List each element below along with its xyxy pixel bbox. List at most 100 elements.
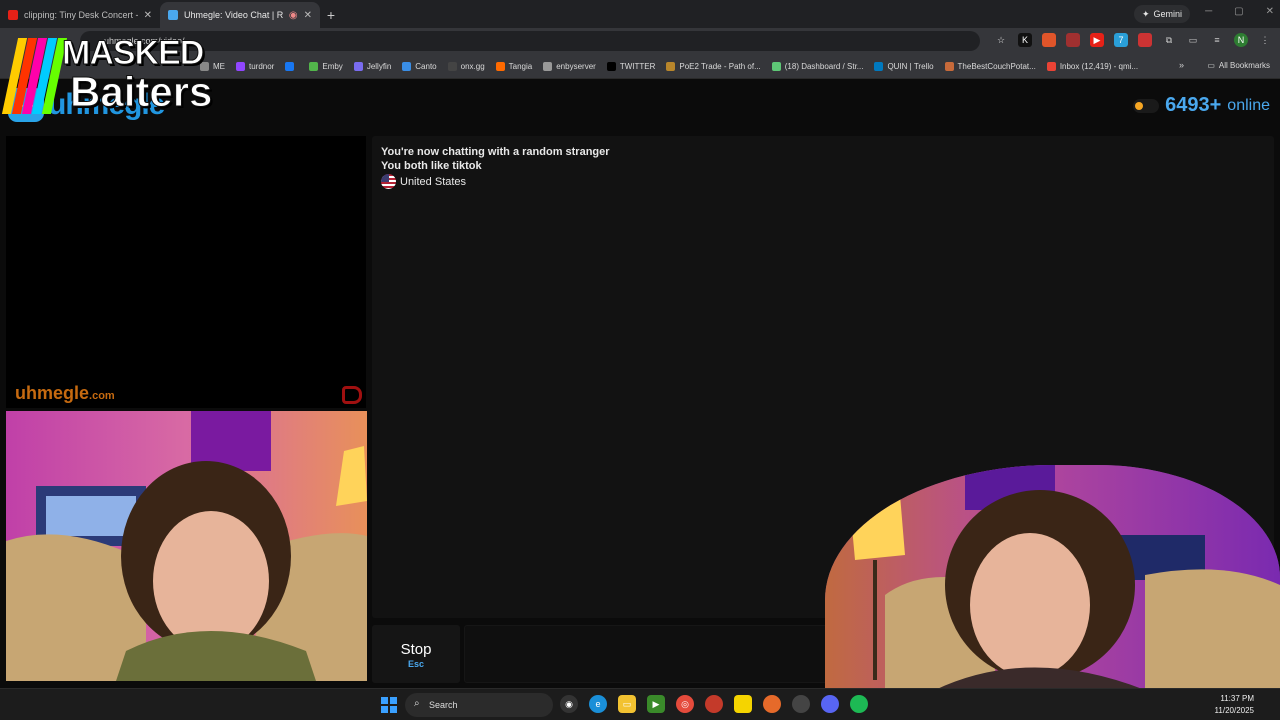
minimize-icon[interactable]: ─ bbox=[1205, 6, 1212, 17]
obs-icon[interactable]: ◉ bbox=[560, 695, 578, 713]
system-clock[interactable]: 11:37 PM 11/20/2025 bbox=[1215, 693, 1254, 717]
stop-shortcut: Esc bbox=[407, 659, 424, 669]
bookmark-label: PoE2 Trade - Path of... bbox=[679, 61, 761, 71]
bookmark-label: Tangia bbox=[508, 61, 533, 71]
7tv-extension-icon[interactable]: 7 bbox=[1114, 33, 1128, 47]
extension-icons: ☆ K ▶ 7 ⧉ ▭ ≡ N ⋮ bbox=[994, 33, 1272, 47]
bookmark-item[interactable]: Canto bbox=[402, 61, 437, 71]
browser-tab-strip: clipping: Tiny Desk Concert - Y ✕ Uhmegl… bbox=[0, 0, 1280, 28]
gemini-label: Gemini bbox=[1153, 9, 1182, 19]
bookmark-favicon-icon bbox=[285, 61, 295, 71]
stop-button[interactable]: Stop Esc bbox=[372, 625, 460, 683]
bookmark-favicon-icon bbox=[1046, 61, 1056, 71]
report-flag-icon[interactable] bbox=[342, 386, 362, 404]
bookmark-favicon-icon bbox=[944, 61, 954, 71]
bookmark-item[interactable]: Inbox (12,419) - qmi... bbox=[1046, 61, 1138, 71]
bookmark-label: TWITTER bbox=[619, 61, 656, 71]
discord-icon[interactable] bbox=[821, 695, 839, 713]
bookmark-label: Canto bbox=[415, 61, 437, 71]
bookmark-favicon-icon bbox=[309, 61, 319, 71]
theme-toggle[interactable] bbox=[1133, 98, 1160, 113]
search-icon: ⌕ bbox=[414, 698, 420, 709]
bookmark-item[interactable]: QUIN | Trello bbox=[874, 61, 934, 71]
bookmark-label: turdnor bbox=[249, 61, 275, 71]
media-player-icon[interactable]: ▶ bbox=[647, 695, 665, 713]
online-label: online bbox=[1227, 96, 1270, 114]
bookmark-item[interactable]: Tangia bbox=[495, 61, 533, 71]
overlay-logo-line2: Baiters bbox=[69, 68, 213, 116]
sparkle-icon: ✦ bbox=[1141, 8, 1150, 19]
app-icon[interactable] bbox=[792, 695, 810, 713]
bookmark-item[interactable]: Jellyfin bbox=[353, 61, 391, 71]
online-counter: 6493+ online bbox=[1133, 94, 1270, 117]
more-bookmarks-icon[interactable]: » bbox=[1179, 60, 1184, 70]
kick-extension-icon[interactable]: K bbox=[1018, 33, 1032, 47]
gemini-button[interactable]: ✦ Gemini bbox=[1133, 5, 1190, 23]
recording-icon: ◉ bbox=[288, 9, 298, 21]
bookmark-favicon-icon bbox=[402, 61, 412, 71]
bookmark-item[interactable]: onx.gg bbox=[447, 61, 485, 71]
stranger-video: uhmegle.com bbox=[6, 136, 366, 408]
youtube-icon bbox=[8, 10, 18, 20]
spotify-icon[interactable] bbox=[850, 695, 868, 713]
new-tab-button[interactable]: + bbox=[320, 4, 342, 26]
clock-time: 11:37 PM bbox=[1220, 694, 1254, 703]
bookmark-item[interactable]: TheBestCouchPotat... bbox=[944, 61, 1036, 71]
clock-date: 11/20/2025 bbox=[1214, 706, 1254, 715]
stranger-country: United States bbox=[381, 174, 466, 189]
close-tab-icon[interactable]: ✕ bbox=[144, 10, 152, 21]
bookmark-star-icon[interactable]: ☆ bbox=[994, 33, 1008, 47]
close-window-icon[interactable]: ✕ bbox=[1266, 6, 1274, 17]
app-icon[interactable] bbox=[705, 695, 723, 713]
youtube-extension-icon[interactable]: ▶ bbox=[1090, 33, 1104, 47]
bookmark-item[interactable]: PoE2 Trade - Path of... bbox=[666, 61, 761, 71]
taskbar-search[interactable]: ⌕ Search bbox=[405, 693, 553, 717]
firefox-icon[interactable] bbox=[763, 695, 781, 713]
bookmark-item[interactable]: turdnor bbox=[236, 61, 275, 71]
webcam-image bbox=[6, 411, 367, 681]
bookmark-item[interactable] bbox=[285, 61, 298, 71]
windows-start-icon[interactable] bbox=[381, 697, 397, 713]
extension-icon[interactable] bbox=[1138, 33, 1152, 47]
extension-icon[interactable] bbox=[1066, 33, 1080, 47]
chrome-icon[interactable]: ◎ bbox=[676, 695, 694, 713]
sticky-notes-icon[interactable] bbox=[734, 695, 752, 713]
tab-title: Uhmegle: Video Chat | Rand bbox=[184, 10, 283, 20]
file-explorer-icon[interactable]: ▭ bbox=[618, 695, 636, 713]
message-input[interactable] bbox=[464, 625, 884, 683]
bookmark-label: onx.gg bbox=[460, 61, 485, 71]
bookmark-favicon-icon bbox=[606, 61, 616, 71]
all-bookmarks-button[interactable]: ▭ All Bookmarks bbox=[1207, 61, 1270, 70]
extension-icon[interactable] bbox=[1042, 33, 1056, 47]
bookmark-label: Emby bbox=[322, 61, 343, 71]
bookmark-item[interactable]: Emby bbox=[309, 61, 343, 71]
taskbar-apps: ◉ e ▭ ▶ ◎ bbox=[560, 695, 868, 713]
online-count: 6493+ bbox=[1165, 94, 1222, 116]
more-menu-icon[interactable]: ⋮ bbox=[1258, 33, 1272, 47]
tab-youtube[interactable]: clipping: Tiny Desk Concert - Y ✕ bbox=[0, 2, 160, 28]
tab-title: clipping: Tiny Desk Concert - Y bbox=[24, 10, 138, 20]
bookmark-favicon-icon bbox=[236, 61, 245, 71]
bookmark-label: enbyserver bbox=[556, 61, 596, 71]
edge-icon[interactable]: e bbox=[589, 695, 607, 713]
bookmark-item[interactable]: (18) Dashboard / Str... bbox=[771, 61, 863, 71]
self-video bbox=[6, 411, 367, 681]
stream-overlay-logo: MASKED Baiters bbox=[1, 34, 228, 116]
us-flag-icon bbox=[381, 174, 396, 189]
bookmark-item[interactable]: enbyserver bbox=[543, 61, 596, 71]
maximize-icon[interactable]: ▢ bbox=[1234, 6, 1243, 17]
profile-avatar[interactable]: N bbox=[1234, 33, 1248, 47]
tab-uhmegle[interactable]: Uhmegle: Video Chat | Rand ◉ ✕ bbox=[160, 2, 320, 28]
bookmark-label: QUIN | Trello bbox=[887, 61, 934, 71]
country-label: United States bbox=[400, 175, 467, 188]
system-message: You both like tiktok bbox=[381, 160, 482, 172]
cast-icon[interactable]: ▭ bbox=[1186, 33, 1200, 47]
bookmark-favicon-icon bbox=[447, 61, 457, 71]
bookmark-item[interactable]: TWITTER bbox=[606, 61, 656, 71]
bookmark-favicon-icon bbox=[874, 61, 884, 71]
puzzle-icon[interactable]: ⧉ bbox=[1162, 33, 1176, 47]
uhmegle-favicon-icon bbox=[168, 10, 178, 20]
media-icon[interactable]: ≡ bbox=[1210, 33, 1224, 47]
bookmark-label: TheBestCouchPotat... bbox=[957, 61, 1036, 71]
close-tab-icon[interactable]: ✕ bbox=[304, 10, 312, 21]
